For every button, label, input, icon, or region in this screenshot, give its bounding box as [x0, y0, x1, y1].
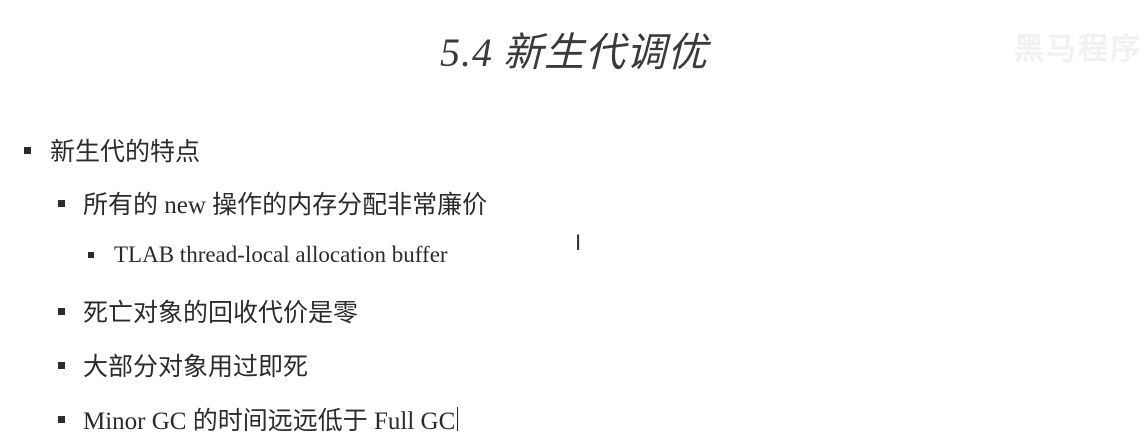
bullet-item: TLAB thread-local allocation buffer — [88, 242, 448, 268]
bullet-item: 死亡对象的回收代价是零 — [58, 293, 358, 329]
bullet-text[interactable]: Minor GC 的时间远远低于 Full GC — [83, 401, 455, 437]
mouse-ibeam-cursor-icon: I — [575, 230, 582, 255]
section-title-text: 新生代调优 — [503, 30, 708, 75]
bullet-item: 大部分对象用过即死 — [58, 347, 308, 383]
text-caret — [457, 407, 459, 431]
bullet-square-icon — [58, 361, 65, 369]
bullet-item[interactable]: Minor GC 的时间远远低于 Full GC — [58, 401, 459, 437]
bullet-square-icon — [58, 307, 65, 315]
slide-title: 5.4 新生代调优 — [0, 20, 1148, 78]
bullet-text: 新生代的特点 — [50, 139, 201, 166]
bullet-square-icon — [88, 252, 94, 258]
bullet-item: 新生代的特点 — [24, 132, 200, 168]
bullet-text: 死亡对象的回收代价是零 — [83, 300, 359, 327]
bullet-square-icon — [24, 146, 31, 154]
bullet-text: 所有的 new 操作的内存分配非常廉价 — [83, 192, 488, 219]
bullet-item: 所有的 new 操作的内存分配非常廉价 — [58, 185, 487, 221]
bullet-text: TLAB thread-local allocation buffer — [114, 242, 448, 267]
bullet-square-icon — [58, 415, 65, 423]
bullet-square-icon — [58, 199, 65, 207]
section-number: 5.4 — [440, 30, 493, 75]
watermark-logo: 黑马程序 — [1014, 32, 1142, 67]
bullet-text: 大部分对象用过即死 — [83, 354, 309, 381]
